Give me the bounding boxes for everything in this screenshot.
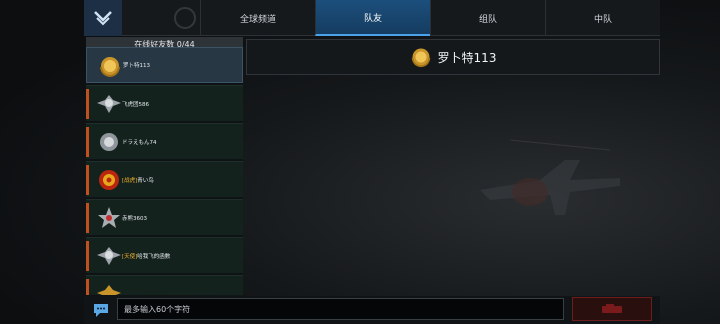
selected-friend-name: 罗卜特113 — [437, 50, 497, 65]
silver-star-badge-icon — [98, 207, 120, 228]
friend-item[interactable]: [战虎]青い鸟 — [86, 161, 243, 197]
friend-name-text: 哈我飞的函數 — [137, 253, 171, 260]
chevron-logo-icon — [94, 11, 112, 26]
chat-message-input[interactable]: 最多输入60个字符 — [117, 298, 564, 320]
top-nav: 全球频道 队友 组队 中队 — [84, 0, 660, 36]
item-accent-bar — [86, 279, 89, 295]
friend-item[interactable]: [天使]哈我飞的函數 — [86, 237, 243, 273]
tab-squadron[interactable]: 中队 — [545, 0, 660, 36]
friend-item[interactable]: 罗卜特113 — [86, 47, 243, 83]
friend-item[interactable]: ドラえもん74 — [86, 123, 243, 159]
friend-name: [天使]哈我飞的函數 — [122, 252, 170, 260]
friend-item[interactable]: 赤熊3603 — [86, 199, 243, 235]
friend-name: 飞虎团586 — [122, 101, 149, 108]
silver-wings-badge-icon — [97, 247, 121, 265]
friend-name-text: 青い鸟 — [137, 177, 154, 184]
friend-name: 罗卜特113 — [123, 63, 150, 69]
send-icon — [602, 304, 622, 313]
silver-wings-badge-icon — [97, 95, 121, 113]
tab-global-channel[interactable]: 全球频道 — [200, 0, 315, 36]
gold-wreath-badge-icon — [411, 48, 430, 68]
send-button[interactable] — [572, 297, 652, 321]
top-bar-spacer — [122, 0, 200, 36]
tab-teammates[interactable]: 队友 — [315, 0, 430, 36]
chat-toggle-button[interactable] — [90, 300, 112, 320]
emblem-watermark-icon — [174, 7, 196, 29]
friend-name: 赤熊3603 — [122, 215, 147, 222]
silver-medal-badge-icon — [100, 133, 118, 151]
chat-bubble-icon — [94, 304, 108, 317]
friend-clan-tag: [天使] — [122, 253, 138, 260]
selected-friend-header: 罗卜特113 — [246, 39, 660, 75]
aircraft-silhouette — [480, 139, 620, 215]
item-accent-bar — [86, 89, 89, 119]
menu-logo-button[interactable] — [84, 0, 122, 36]
chat-placeholder: 最多输入60个字符 — [124, 304, 191, 314]
chat-input-bar: 最多输入60个字符 — [84, 296, 660, 324]
tab-team-up[interactable]: 组队 — [430, 0, 545, 36]
friend-clan-tag: [战虎] — [122, 177, 138, 184]
item-accent-bar — [86, 241, 89, 271]
item-accent-bar — [86, 203, 89, 233]
friend-name: ドラえもん74 — [122, 139, 157, 146]
friends-list[interactable]: 在线好友数 0/44 罗卜特113 飞虎团586 ドラえもん74 [战虎]青い鸟… — [86, 37, 243, 295]
red-gold-emblem-badge-icon — [99, 170, 119, 190]
item-accent-bar — [86, 127, 89, 157]
gold-wings-badge-icon — [97, 285, 121, 295]
friend-name: [战虎]青い鸟 — [122, 176, 154, 184]
friend-item-partial[interactable] — [86, 275, 243, 295]
friend-item[interactable]: 飞虎团586 — [86, 85, 243, 121]
gold-wreath-badge-icon — [100, 57, 120, 78]
item-accent-bar — [86, 165, 89, 195]
